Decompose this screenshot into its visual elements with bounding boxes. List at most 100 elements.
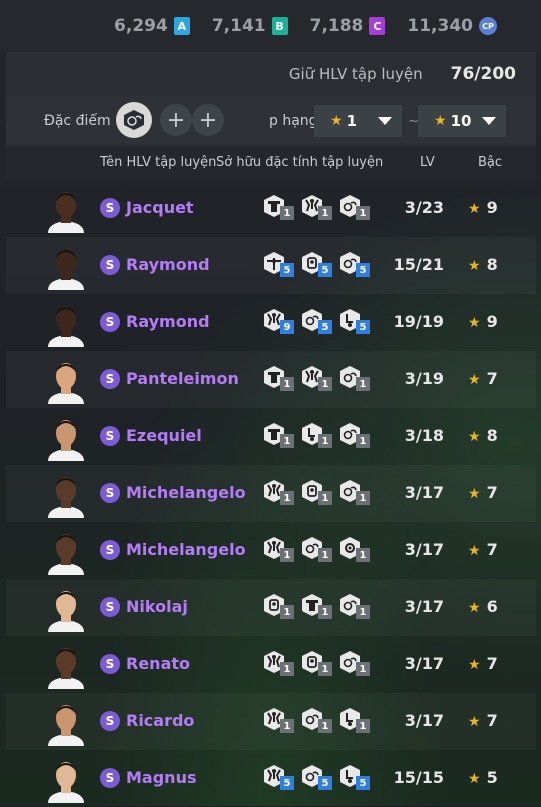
table-row[interactable]: S Raymond 5 5 5 15/21 ★ 8	[6, 237, 536, 294]
trait-level: 5	[318, 776, 332, 790]
player-trait-icon: 1	[262, 650, 298, 678]
shield-trait-icon: 1	[262, 365, 298, 393]
coach-level: 15/15	[393, 768, 444, 787]
coach-name: Nikolaj	[126, 597, 188, 616]
coach-name: Ricardo	[126, 711, 195, 730]
star-icon: ★	[330, 113, 343, 129]
coach-name: Raymond	[126, 255, 210, 274]
player-trait-icon: 5	[262, 764, 298, 792]
currency-cp: 11,340 CP	[407, 16, 497, 36]
ball-trait-icon	[124, 110, 144, 130]
header-name[interactable]: Tên HLV tập luyện	[100, 155, 216, 170]
avatar	[46, 472, 86, 518]
currency-a: 6,294 A	[114, 16, 190, 36]
star-icon: ★	[468, 657, 481, 673]
currency-b: 7,141 B	[212, 16, 288, 36]
coach-grade: ★ 6	[468, 597, 498, 616]
gear-trait-icon: 1	[338, 536, 374, 564]
s-grade-icon: S	[100, 711, 120, 731]
trait-level: 1	[318, 548, 332, 562]
table-row[interactable]: S Raymond 9 5 5 19/19 ★ 9	[6, 294, 536, 351]
table-row[interactable]: S Michelangelo 1 1 1 3/17 ★ 7	[6, 522, 536, 579]
coach-grade: ★ 9	[468, 312, 498, 331]
table-row[interactable]: S Renato 1 1 1 3/17 ★ 7	[6, 636, 536, 693]
s-grade-icon: S	[100, 312, 120, 332]
header-grade[interactable]: Bậc	[478, 155, 502, 170]
ball-trait-icon: 1	[338, 650, 374, 678]
coach-grade: ★ 9	[468, 198, 498, 217]
shield-trait-icon: 1	[300, 593, 336, 621]
avatar	[46, 643, 86, 689]
trait-level: 1	[280, 206, 294, 220]
coach-grade: ★ 7	[468, 483, 498, 502]
coach-name: Magnus	[126, 768, 197, 787]
ball-trait-icon: 1	[338, 422, 374, 450]
s-grade-icon: S	[100, 369, 120, 389]
chevron-down-icon	[482, 117, 496, 125]
kick-trait-icon: 1	[338, 707, 374, 735]
ball-trait-icon: 5	[300, 764, 336, 792]
coach-grade: ★ 7	[468, 711, 498, 730]
table-row[interactable]: S Panteleimon 1 1 1 3/19 ★ 7	[6, 351, 536, 408]
trait-level: 5	[356, 320, 370, 334]
star-icon: ★	[468, 771, 481, 787]
coach-level: 3/19	[404, 369, 444, 388]
star-icon: ★	[468, 600, 481, 616]
trait-filter-button[interactable]	[116, 102, 152, 138]
player-trait-icon: 1	[300, 365, 336, 393]
star-icon: ★	[468, 486, 481, 502]
player-trait-icon: 1	[262, 536, 298, 564]
trait-level: 1	[356, 206, 370, 220]
player-trait-icon: 1	[262, 479, 298, 507]
table-row[interactable]: S Nikolaj 1 1 1 3/17 ★ 6	[6, 579, 536, 636]
star-icon: ★	[468, 429, 481, 445]
currency-a-icon: A	[173, 17, 190, 35]
currency-b-icon: B	[271, 17, 288, 35]
coach-grade: ★ 7	[468, 540, 498, 559]
table-row[interactable]: S Magnus 5 5 5 15/15 ★ 5	[6, 750, 536, 807]
trait-level: 1	[280, 377, 294, 391]
keep-coach-label: Giữ HLV tập luyện	[288, 65, 423, 83]
star-icon: ★	[468, 714, 481, 730]
coach-grade: ★ 8	[468, 255, 498, 274]
rank-min-select[interactable]: ★ 1	[314, 105, 402, 137]
table-row[interactable]: S Michelangelo 1 1 1 3/17 ★ 7	[6, 465, 536, 522]
rank-filter-label: p hạng	[269, 113, 318, 129]
add-trait-button-2[interactable]: +	[192, 104, 224, 136]
star-icon: ★	[434, 113, 447, 129]
trait-level: 1	[356, 548, 370, 562]
trait-level: 1	[356, 662, 370, 676]
table-row[interactable]: S Ezequiel 1 1 1 3/18 ★ 8	[6, 408, 536, 465]
coach-level: 3/18	[404, 426, 444, 445]
star-icon: ★	[468, 372, 481, 388]
avatar	[46, 415, 86, 461]
trait-level: 5	[356, 263, 370, 277]
coach-level: 3/23	[404, 198, 444, 217]
header-traits[interactable]: Sở hữu đặc tính tập luyện	[216, 155, 383, 170]
trait-level: 1	[318, 434, 332, 448]
avatar	[46, 187, 86, 233]
star-icon: ★	[468, 315, 481, 331]
trait-level: 1	[318, 605, 332, 619]
currency-bar: 6,294 A 7,141 B 7,188 C 11,340 CP	[0, 0, 541, 52]
table-row[interactable]: S Ricardo 1 1 1 3/17 ★ 7	[6, 693, 536, 750]
table-row[interactable]: S Jacquet 1 1 1 3/23 ★ 9	[6, 180, 536, 237]
chevron-down-icon	[378, 117, 392, 125]
avatar	[46, 757, 86, 803]
add-trait-button-1[interactable]: +	[160, 104, 192, 136]
coach-name: Michelangelo	[126, 540, 246, 559]
rank-max-select[interactable]: ★ 10	[418, 105, 506, 137]
trait-level: 1	[280, 548, 294, 562]
s-grade-icon: S	[100, 426, 120, 446]
keep-coach-bar: Giữ HLV tập luyện 76/200	[6, 52, 536, 96]
currency-c: 7,188 C	[310, 16, 386, 36]
trait-level: 1	[318, 377, 332, 391]
trait-level: 1	[318, 719, 332, 733]
s-grade-icon: S	[100, 198, 120, 218]
ball-trait-icon: 1	[338, 194, 374, 222]
ball-trait-icon: 1	[338, 365, 374, 393]
player-trait-icon: 9	[262, 308, 298, 336]
header-lv[interactable]: LV	[420, 155, 435, 170]
shield-trait-icon: 1	[262, 422, 298, 450]
star-icon: ★	[468, 543, 481, 559]
